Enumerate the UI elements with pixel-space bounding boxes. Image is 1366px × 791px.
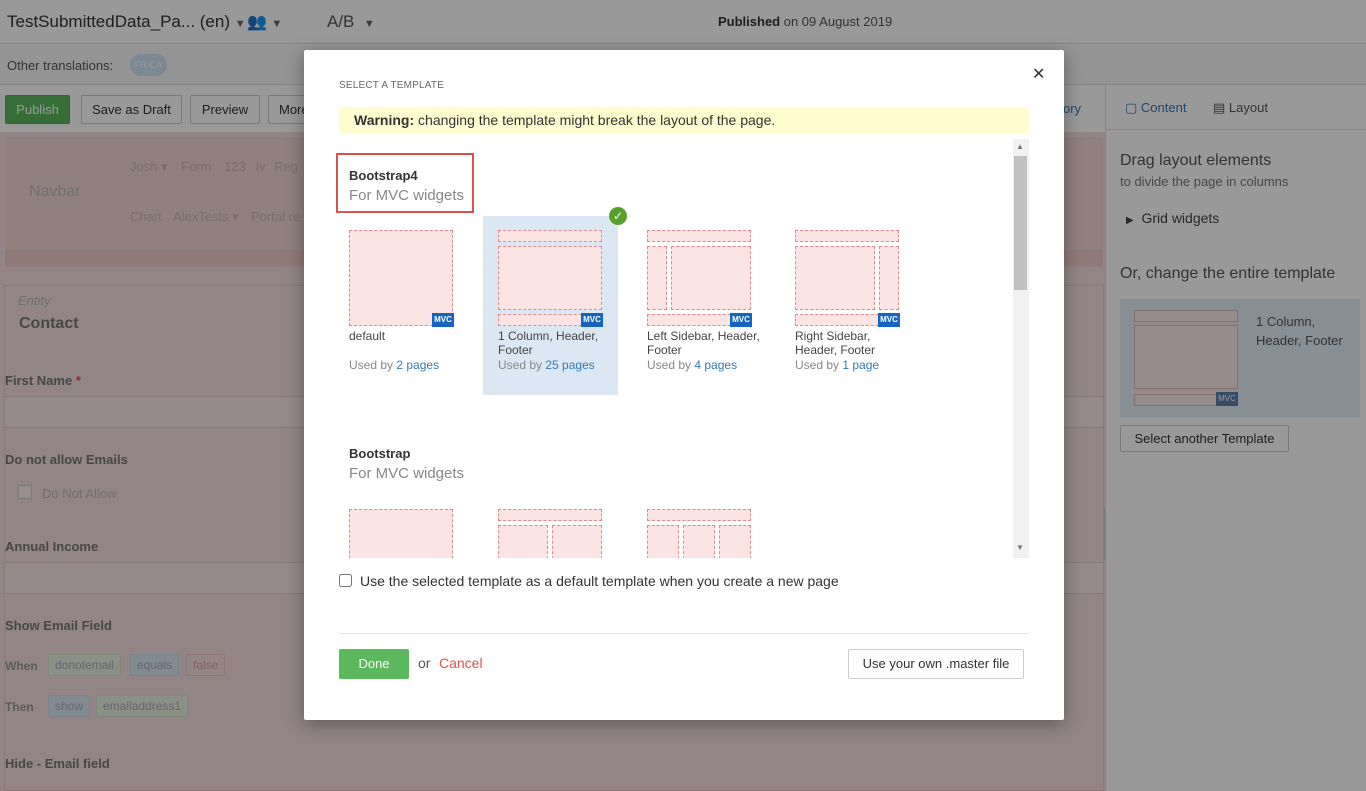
template-usage: Used by 2 pages [349, 358, 439, 372]
scroll-down-icon[interactable]: ▼ [1016, 543, 1024, 552]
template-card-bootstrap-default[interactable] [349, 509, 453, 558]
template-card-bootstrap-three-col[interactable] [647, 509, 751, 558]
usage-link[interactable]: 2 pages [396, 358, 439, 372]
cancel-link[interactable]: Cancel [439, 655, 483, 671]
usage-prefix: Used by [349, 358, 397, 372]
template-name: 1 Column, Header, Footer [498, 329, 599, 357]
close-icon[interactable]: ✕ [1032, 64, 1045, 84]
template-thumbnail: MVC [795, 230, 900, 327]
usage-prefix: Used by [647, 358, 695, 372]
warning-banner: Warning: changing the template might bre… [339, 107, 1029, 133]
default-template-label: Use the selected template as a default t… [360, 573, 839, 589]
check-circle-icon: ✓ [609, 207, 627, 225]
usage-prefix: Used by [498, 358, 546, 372]
template-name: Left Sidebar, Header, Footer [647, 329, 760, 357]
template-thumbnail: MVC [498, 230, 603, 327]
highlight-annotation [336, 153, 474, 213]
usage-link[interactable]: 4 pages [694, 358, 737, 372]
template-usage: Used by 25 pages [498, 358, 595, 372]
scrollbar-thumb[interactable] [1014, 156, 1027, 290]
template-card-bootstrap-two-col[interactable] [498, 509, 602, 558]
template-name: Right Sidebar, Header, Footer [795, 329, 876, 357]
template-thumbnail: MVC [647, 230, 752, 327]
template-usage: Used by 1 page [795, 358, 879, 372]
dialog-heading: SELECT A TEMPLATE [339, 80, 445, 91]
usage-prefix: Used by [795, 358, 843, 372]
template-card-left-sidebar[interactable]: MVC Left Sidebar, Header, Footer Used by… [632, 216, 767, 396]
warning-label: Warning: [354, 112, 415, 128]
template-usage: Used by 4 pages [647, 358, 737, 372]
template-card-right-sidebar[interactable]: MVC Right Sidebar, Header, Footer Used b… [780, 216, 915, 396]
template-card-one-column[interactable]: MVC 1 Column, Header, Footer Used by 25 … [483, 216, 618, 395]
default-template-checkbox[interactable] [339, 574, 352, 587]
done-button[interactable]: Done [339, 649, 409, 679]
usage-link[interactable]: 1 page [842, 358, 879, 372]
mvc-badge: MVC [878, 313, 900, 327]
mvc-badge: MVC [730, 313, 752, 327]
usage-link[interactable]: 25 pages [545, 358, 594, 372]
dialog-divider [339, 633, 1029, 634]
template-thumbnail: MVC [349, 230, 454, 327]
group-title: Bootstrap [349, 446, 411, 461]
mvc-badge: MVC [432, 313, 454, 327]
group-subtitle: For MVC widgets [349, 465, 465, 482]
use-master-file-button[interactable]: Use your own .master file [848, 649, 1024, 679]
warning-text: changing the template might break the la… [414, 112, 776, 128]
or-text: or [418, 655, 431, 671]
default-template-option[interactable]: Use the selected template as a default t… [339, 573, 839, 589]
template-name: default [349, 329, 386, 343]
template-card-default[interactable]: MVC default Used by 2 pages [339, 216, 469, 396]
mvc-badge: MVC [581, 313, 603, 327]
scroll-up-icon[interactable]: ▲ [1016, 142, 1024, 151]
